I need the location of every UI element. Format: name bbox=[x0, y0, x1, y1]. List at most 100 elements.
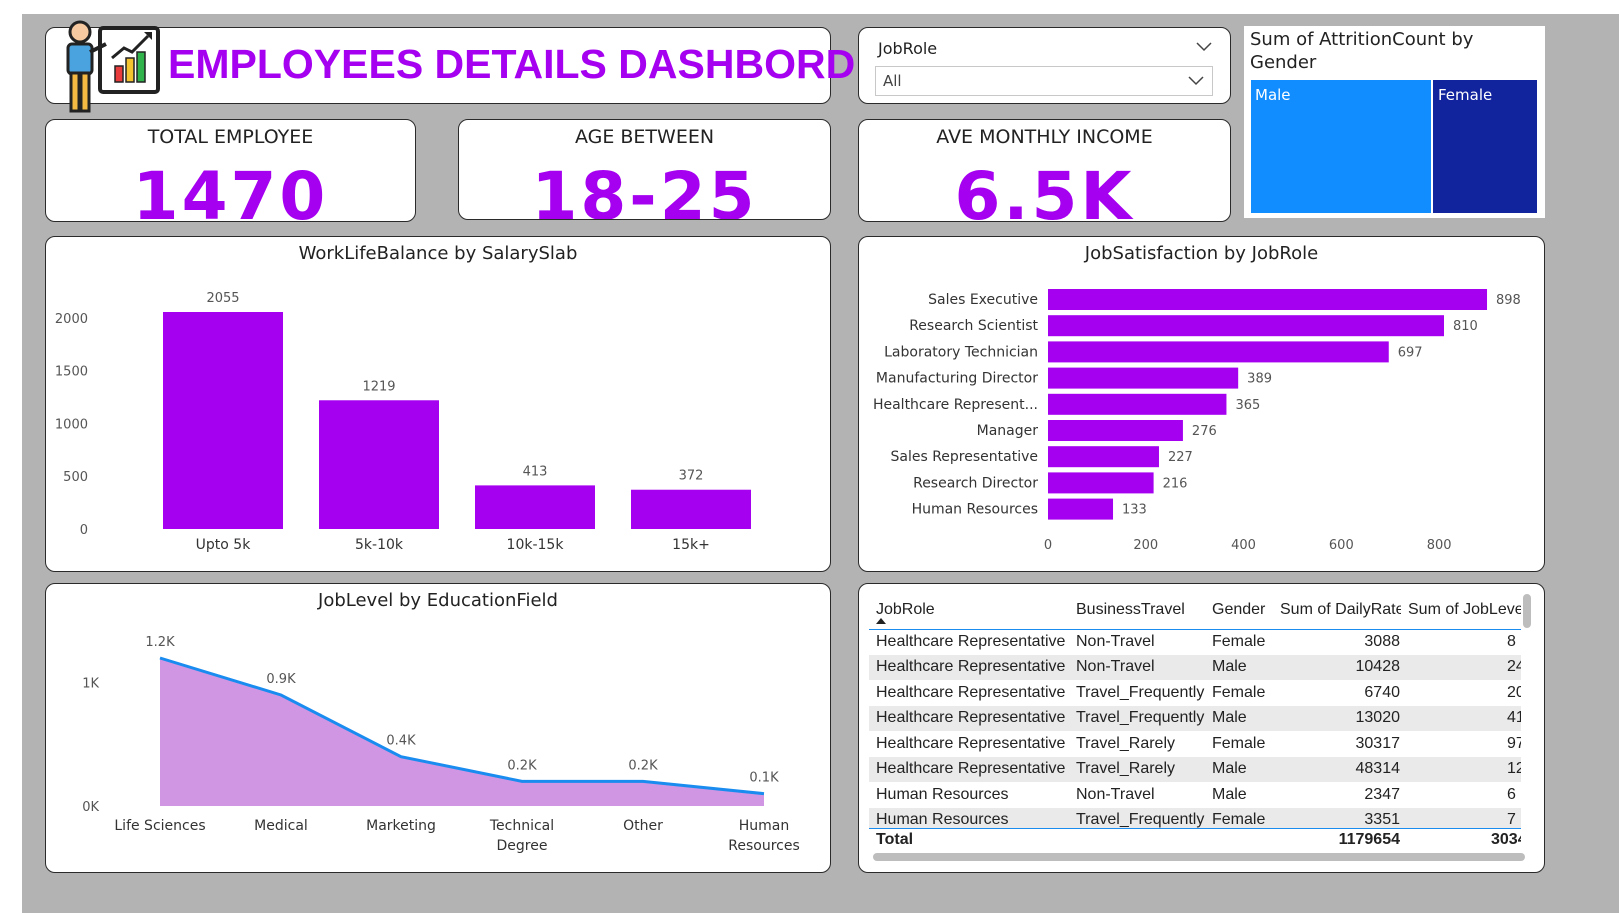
bar bbox=[1048, 289, 1488, 310]
dashboard-canvas: EMPLOYEES DETAILS DASHBORD JobRole All S… bbox=[22, 14, 1619, 913]
table-row[interactable]: Healthcare Representative Travel_Rarely Ma… bbox=[869, 756, 1521, 782]
vertical-scrollbar[interactable] bbox=[1523, 594, 1531, 628]
bar bbox=[1048, 341, 1389, 363]
table-row[interactable]: Human Resources Non-Travel Male 2347 6 bbox=[869, 782, 1521, 808]
table-cell: 41 bbox=[1507, 709, 1521, 727]
table-cell: Travel_Frequently bbox=[1076, 683, 1205, 701]
jobrole-slicer[interactable]: JobRole All bbox=[858, 27, 1231, 104]
bar bbox=[1048, 315, 1444, 337]
table-row[interactable]: Healthcare Representative Travel_Frequent… bbox=[869, 705, 1521, 731]
data-label: 2055 bbox=[206, 291, 239, 306]
table-cell: 7 bbox=[1507, 811, 1516, 828]
sort-ascending-icon[interactable] bbox=[876, 618, 886, 624]
table-row[interactable]: Healthcare Representative Non-Travel Femal… bbox=[869, 629, 1521, 655]
joblevel-chart: JobLevel by EducationField 0K 1K 1.2K 0.9K 0… bbox=[45, 583, 831, 873]
table-row[interactable]: Human Resources Travel_Frequently Female 33… bbox=[869, 807, 1521, 828]
data-label: 0.2K bbox=[507, 758, 537, 773]
table-row[interactable]: Healthcare Representative Non-Travel Male 1… bbox=[869, 654, 1521, 680]
jobsatisfaction-chart: JobSatisfaction by JobRole Sales Executi… bbox=[858, 236, 1545, 572]
table-cell: Female bbox=[1212, 811, 1266, 828]
table-cell: Healthcare Representative bbox=[876, 709, 1066, 727]
slicer-label: JobRole bbox=[878, 39, 938, 58]
data-label: 810 bbox=[1453, 319, 1478, 334]
treemap-tile-male[interactable]: Male bbox=[1251, 80, 1431, 213]
data-label: 389 bbox=[1247, 372, 1272, 387]
chevron-down-icon[interactable] bbox=[1196, 42, 1212, 52]
column-header[interactable]: Sum of DailyRate bbox=[1273, 592, 1401, 629]
data-label: 413 bbox=[523, 464, 548, 479]
y-tick-label: 1500 bbox=[55, 365, 88, 380]
bar bbox=[1048, 472, 1154, 494]
data-label: 276 bbox=[1192, 424, 1217, 439]
column-header[interactable]: JobRole bbox=[869, 592, 1069, 629]
column-header[interactable]: Sum of JobLevel bbox=[1401, 592, 1521, 629]
table-cell: 97 bbox=[1507, 734, 1521, 752]
table-cell: Non-Travel bbox=[1076, 633, 1155, 650]
x-tick-label: 10k-15k bbox=[507, 537, 565, 553]
table-cell: Male bbox=[1212, 709, 1247, 727]
column-header[interactable]: BusinessTravel bbox=[1069, 592, 1205, 629]
y-tick-label: Sales Representative bbox=[891, 449, 1039, 465]
table-row[interactable]: Healthcare Representative Travel_Rarely Fe… bbox=[869, 731, 1521, 757]
x-tick-label: Technical bbox=[489, 818, 554, 834]
table-cell: 10428 bbox=[1355, 658, 1401, 676]
slicer-dropdown[interactable]: All bbox=[875, 66, 1213, 96]
y-tick-label: 1000 bbox=[55, 417, 88, 432]
page-title: EMPLOYEES DETAILS DASHBORD bbox=[168, 41, 856, 87]
bar bbox=[475, 485, 595, 529]
treemap-title: Sum of AttritionCount by Gender bbox=[1250, 29, 1474, 73]
x-tick-label: Degree bbox=[497, 838, 548, 854]
chevron-down-icon[interactable] bbox=[1188, 76, 1204, 86]
y-tick-label: Laboratory Technician bbox=[884, 344, 1038, 360]
slicer-selected-value: All bbox=[883, 72, 902, 90]
treemap-label-male: Male bbox=[1255, 86, 1291, 104]
table-cell: 24 bbox=[1507, 658, 1521, 676]
y-tick-label: Research Scientist bbox=[909, 318, 1038, 334]
table-row[interactable]: Healthcare Representative Travel_Frequent… bbox=[869, 680, 1521, 706]
bar bbox=[1048, 446, 1159, 468]
y-tick-label: 500 bbox=[63, 470, 88, 485]
bar bbox=[1048, 367, 1239, 389]
treemap-label-female: Female bbox=[1438, 86, 1493, 104]
table-cell: Non-Travel bbox=[1076, 658, 1155, 676]
data-label: 0.4K bbox=[386, 734, 416, 749]
table-cell: Travel_Frequently bbox=[1076, 811, 1205, 828]
x-tick-label: 800 bbox=[1427, 538, 1452, 553]
x-tick-label: Life Sciences bbox=[114, 818, 205, 834]
data-label: 1219 bbox=[362, 379, 395, 394]
y-tick-label: Research Director bbox=[913, 475, 1038, 491]
table-cell: Healthcare Representative bbox=[876, 683, 1066, 701]
y-tick-label: Manufacturing Director bbox=[876, 371, 1038, 387]
treemap-tile-female[interactable]: Female bbox=[1433, 80, 1537, 213]
kpi-title: AGE BETWEEN bbox=[574, 126, 715, 148]
x-tick-label: 0 bbox=[1044, 538, 1052, 553]
table-cell: Human Resources bbox=[876, 785, 1009, 803]
y-tick-label: Sales Executive bbox=[928, 292, 1038, 308]
table-cell: Male bbox=[1212, 658, 1247, 676]
table-total-row: Total 1179654 3034 bbox=[869, 828, 1521, 851]
table-viewport: JobRole BusinessTravel Gender Sum of DailyR… bbox=[869, 592, 1521, 828]
area-chart-svg: 0K 1K 1.2K 0.9K 0.4K 0.2K 0.2K 0.1K Life Science… bbox=[82, 635, 800, 854]
table-cell: Non-Travel bbox=[1076, 785, 1155, 803]
bar bbox=[163, 312, 283, 529]
y-tick-label: 1K bbox=[82, 677, 99, 692]
table-cell: 3351 bbox=[1364, 811, 1400, 828]
y-tick-label: 2000 bbox=[55, 312, 88, 327]
horizontal-scrollbar[interactable] bbox=[873, 853, 1525, 861]
data-label: 0.1K bbox=[749, 771, 779, 786]
bar bbox=[1048, 393, 1227, 415]
bar bbox=[1048, 420, 1183, 441]
table-cell: 120 bbox=[1507, 760, 1521, 778]
kpi-card-age-between: AGE BETWEEN 18-25 bbox=[458, 119, 831, 220]
x-tick-label: Medical bbox=[254, 818, 308, 834]
table-cell: Human Resources bbox=[876, 811, 1009, 828]
table-cell: 2347 bbox=[1364, 785, 1400, 803]
x-tick-label: 200 bbox=[1133, 538, 1158, 553]
data-label: 1.2K bbox=[145, 635, 175, 650]
total-label: Total bbox=[876, 831, 914, 848]
column-header[interactable]: Gender bbox=[1205, 592, 1273, 629]
x-tick-label: Human bbox=[739, 818, 790, 834]
table-cell: Travel_Frequently bbox=[1076, 709, 1205, 727]
x-tick-label: 600 bbox=[1329, 538, 1354, 553]
table-cell: Healthcare Representative bbox=[876, 658, 1066, 676]
